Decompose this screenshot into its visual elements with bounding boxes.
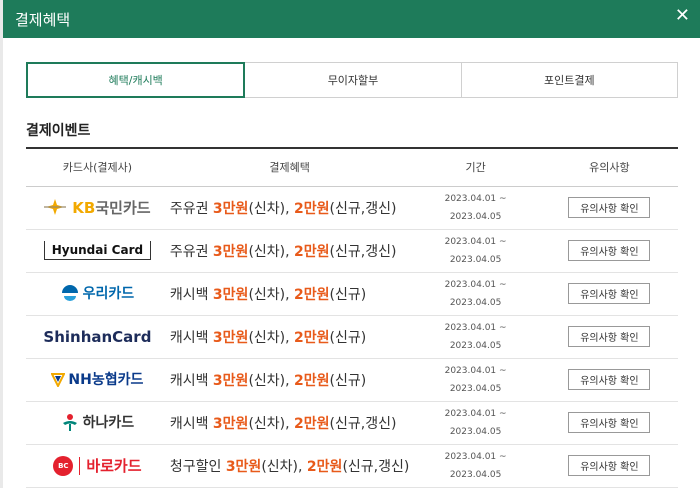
- nh-icon: [51, 372, 66, 387]
- notice-cell: 유의사항 확인: [540, 186, 678, 230]
- notice-cell: 유의사항 확인: [540, 401, 678, 445]
- card-logo-cell: 우리카드: [26, 272, 169, 316]
- benefit-cell: 캐시백 3만원(신차), 2만원(신규,갱신): [168, 401, 411, 445]
- shinhan-card-logo: ShinhanCard: [43, 327, 152, 346]
- bc-divider: [79, 456, 81, 475]
- col-notice: 유의사항: [540, 147, 678, 187]
- notice-button[interactable]: 유의사항 확인: [568, 369, 651, 390]
- hana-logo-text: 하나카드: [82, 414, 135, 431]
- period-cell: 2023.04.01 ~2023.04.05: [410, 358, 541, 402]
- modal-title: 결제혜택: [15, 11, 71, 29]
- benefit-cell: 캐시백 3만원(신차), 2만원(신규): [168, 358, 411, 402]
- card-logo-cell: KB국민카드: [26, 186, 169, 230]
- payment-benefit-modal: 결제혜택 ✕ 혜택/캐시백 무이자할부 포인트결제 결제이벤트 카드사(결제사)…: [3, 0, 700, 488]
- hyundai-card-logo: Hyundai Card: [43, 241, 152, 260]
- notice-cell: 유의사항 확인: [540, 358, 678, 402]
- notice-cell: 유의사항 확인: [540, 315, 678, 359]
- nh-card-logo: NH농협카드: [51, 369, 143, 389]
- card-logo-cell: BC 바로카드: [26, 444, 169, 488]
- benefit-cell: 청구할인 3만원(신차), 2만원(신규,갱신): [168, 444, 411, 488]
- hana-icon: [62, 413, 77, 431]
- nh-logo-text: NH: [68, 372, 92, 389]
- period-cell: 2023.04.01 ~2023.04.05: [410, 315, 541, 359]
- payment-event-table: 카드사(결제사) 결제혜택 기간 유의사항 KB국민카드 주유권 3만원(신차)…: [26, 147, 678, 488]
- kb-logo-text: KB: [72, 198, 96, 217]
- tab-interest-free[interactable]: 무이자할부: [245, 62, 462, 98]
- card-logo-cell: NH농협카드: [26, 358, 169, 402]
- period-cell: 2023.04.01 ~2023.04.05: [410, 186, 541, 230]
- kb-card-logo: KB국민카드: [44, 197, 151, 218]
- table-header-row: 카드사(결제사) 결제혜택 기간 유의사항: [26, 147, 678, 187]
- period-cell: 2023.04.01 ~2023.04.05: [410, 444, 541, 488]
- notice-cell: 유의사항 확인: [540, 272, 678, 316]
- benefit-cell: 주유권 3만원(신차), 2만원(신규,갱신): [168, 186, 411, 230]
- card-logo-cell: Hyundai Card: [26, 229, 169, 273]
- table-row: KB국민카드 주유권 3만원(신차), 2만원(신규,갱신) 2023.04.0…: [26, 186, 678, 230]
- benefit-tabs: 혜택/캐시백 무이자할부 포인트결제: [26, 62, 678, 98]
- benefit-cell: 주유권 3만원(신차), 2만원(신규,갱신): [168, 229, 411, 273]
- card-logo-cell: 하나카드: [26, 401, 169, 445]
- kb-star-icon: [44, 199, 67, 216]
- table-row: 우리카드 캐시백 3만원(신차), 2만원(신규) 2023.04.01 ~20…: [26, 272, 678, 316]
- table-row: BC 바로카드 청구할인 3만원(신차), 2만원(신규,갱신) 2023.04…: [26, 444, 678, 488]
- notice-cell: 유의사항 확인: [540, 444, 678, 488]
- kb-logo-subtext: 국민카드: [95, 198, 151, 217]
- benefit-cell: 캐시백 3만원(신차), 2만원(신규): [168, 272, 411, 316]
- period-cell: 2023.04.01 ~2023.04.05: [410, 401, 541, 445]
- section-title: 결제이벤트: [26, 123, 91, 139]
- notice-button[interactable]: 유의사항 확인: [568, 240, 651, 261]
- tab-cashback[interactable]: 혜택/캐시백: [26, 62, 246, 98]
- card-logo-cell: ShinhanCard: [26, 315, 169, 359]
- table-row: 하나카드 캐시백 3만원(신차), 2만원(신규,갱신) 2023.04.01 …: [26, 401, 678, 445]
- notice-button[interactable]: 유의사항 확인: [568, 412, 651, 433]
- notice-button[interactable]: 유의사항 확인: [568, 326, 651, 347]
- bc-logo-text: 바로카드: [86, 457, 142, 475]
- period-cell: 2023.04.01 ~2023.04.05: [410, 229, 541, 273]
- col-benefit: 결제혜택: [168, 147, 411, 187]
- hana-card-logo: 하나카드: [61, 412, 135, 432]
- benefit-cell: 캐시백 3만원(신차), 2만원(신규): [168, 315, 411, 359]
- woori-icon: [61, 285, 78, 301]
- col-period: 기간: [410, 147, 541, 187]
- notice-cell: 유의사항 확인: [540, 229, 678, 273]
- modal-header: 결제혜택 ✕: [3, 0, 700, 38]
- table-row: Hyundai Card 주유권 3만원(신차), 2만원(신규,갱신) 202…: [26, 229, 678, 273]
- notice-button[interactable]: 유의사항 확인: [568, 197, 651, 218]
- period-cell: 2023.04.01 ~2023.04.05: [410, 272, 541, 316]
- woori-logo-text: 우리카드: [82, 286, 135, 302]
- table-row: NH농협카드 캐시백 3만원(신차), 2만원(신규) 2023.04.01 ~…: [26, 358, 678, 402]
- notice-button[interactable]: 유의사항 확인: [568, 455, 651, 476]
- table-row: ShinhanCard 캐시백 3만원(신차), 2만원(신규) 2023.04…: [26, 315, 678, 359]
- col-card-company: 카드사(결제사): [26, 147, 169, 187]
- bc-logo-icon: BC: [53, 455, 74, 476]
- notice-button[interactable]: 유의사항 확인: [568, 283, 651, 304]
- close-icon[interactable]: ✕: [675, 6, 690, 26]
- woori-card-logo: 우리카드: [61, 283, 135, 303]
- tab-point-payment[interactable]: 포인트결제: [461, 62, 678, 98]
- nh-logo-subtext: 농협카드: [91, 372, 144, 389]
- bc-card-logo: BC 바로카드: [53, 455, 142, 476]
